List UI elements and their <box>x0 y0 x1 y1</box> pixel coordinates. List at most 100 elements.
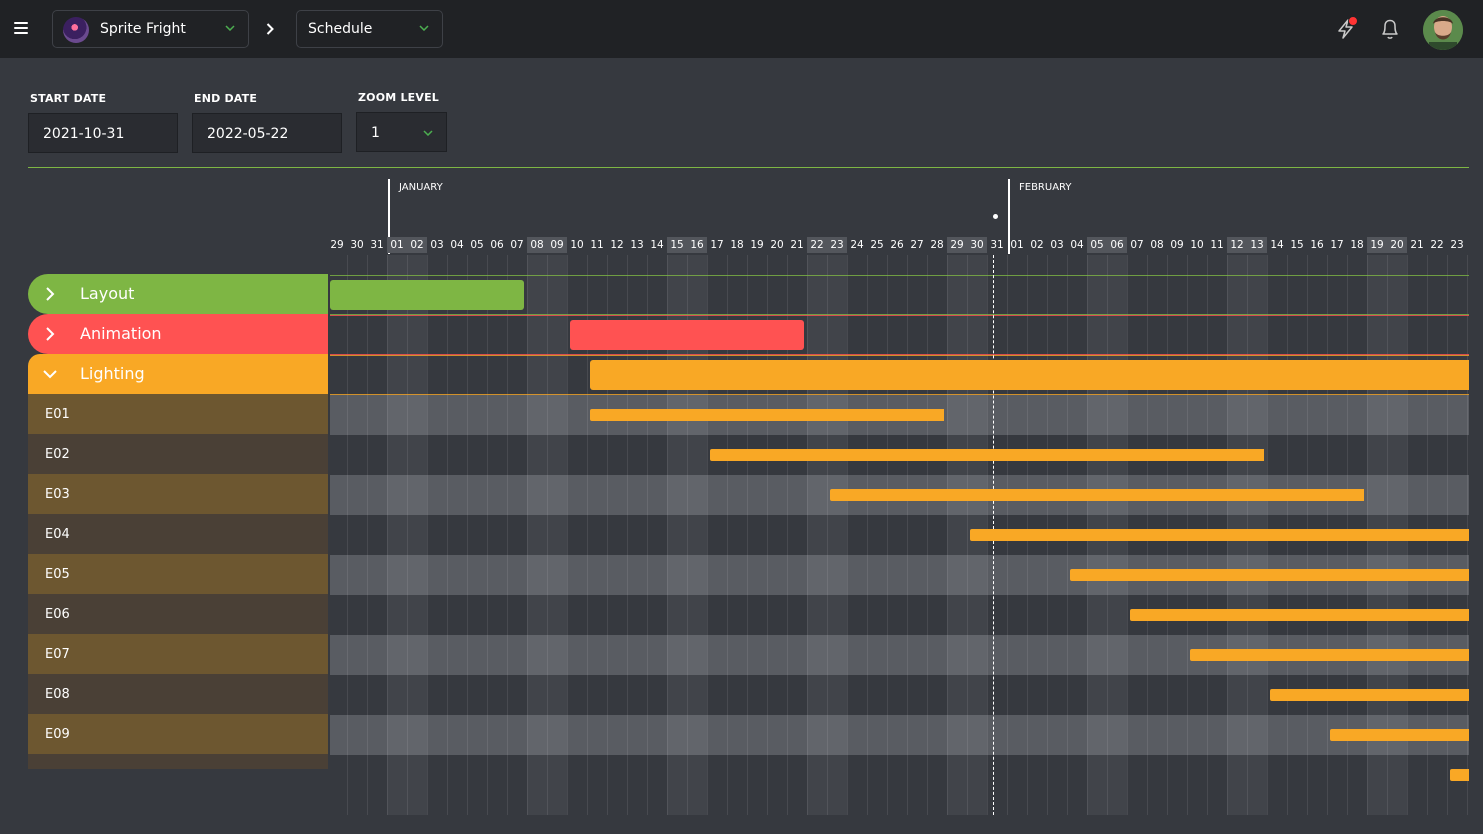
task-row-e10[interactable] <box>28 754 328 769</box>
day-label: 05 <box>1087 237 1107 253</box>
task-bar-e08[interactable] <box>1270 689 1469 701</box>
day-label: 16 <box>1310 239 1324 251</box>
day-label: 13 <box>630 239 644 251</box>
day-label: 04 <box>450 239 464 251</box>
day-label: 12 <box>610 239 624 251</box>
day-label: 07 <box>1130 239 1144 251</box>
day-label: 03 <box>1050 239 1064 251</box>
end-date-field[interactable]: 2022-05-22 <box>192 113 342 153</box>
task-name: E05 <box>45 567 70 582</box>
task-bar-e06[interactable] <box>1130 609 1469 621</box>
project-selector[interactable]: Sprite Fright <box>52 10 249 48</box>
day-label: 29 <box>947 237 967 253</box>
task-name: E03 <box>45 487 70 502</box>
grid-line <box>867 255 868 815</box>
day-label: 11 <box>1210 239 1224 251</box>
chevron-down-icon <box>419 25 429 31</box>
day-label: 12 <box>1227 237 1247 253</box>
day-label: 30 <box>350 239 364 251</box>
task-row-lighting[interactable]: Lighting <box>28 354 328 394</box>
day-label: 04 <box>1070 239 1084 251</box>
task-row-e09[interactable]: E09 <box>28 714 328 754</box>
grid-line <box>827 255 828 815</box>
grid-line <box>427 255 428 815</box>
grid-line <box>967 255 968 815</box>
day-label: 14 <box>1270 239 1284 251</box>
group-row-border <box>330 394 1469 395</box>
task-bar-e04[interactable] <box>970 529 1469 541</box>
task-bar-e01[interactable] <box>590 409 944 421</box>
day-label: 23 <box>1450 239 1464 251</box>
grid-line <box>447 255 448 815</box>
day-label: 16 <box>687 237 707 253</box>
task-row-e06[interactable]: E06 <box>28 594 328 634</box>
view-selector[interactable]: Schedule <box>296 10 443 48</box>
grid-line <box>547 255 548 815</box>
start-date-field[interactable]: 2021-10-31 <box>28 113 178 153</box>
day-label: 11 <box>590 239 604 251</box>
project-name: Sprite Fright <box>100 21 186 37</box>
chevron-right-icon[interactable] <box>43 327 57 341</box>
grid-line <box>847 255 848 815</box>
end-date-label: END DATE <box>194 92 258 105</box>
day-label: 18 <box>1350 239 1364 251</box>
day-label: 24 <box>850 239 864 251</box>
day-label: 20 <box>1387 237 1407 253</box>
task-row-animation[interactable]: Animation <box>28 314 328 354</box>
task-bar-e10[interactable] <box>1450 769 1469 781</box>
today-marker-dot <box>993 214 998 219</box>
day-label: 31 <box>990 239 1004 251</box>
day-label: 15 <box>1290 239 1304 251</box>
day-label: 17 <box>710 239 724 251</box>
day-label: 02 <box>407 237 427 253</box>
chevron-right-icon[interactable] <box>43 287 57 301</box>
day-label: 08 <box>527 237 547 253</box>
task-bar-animation[interactable] <box>570 320 804 350</box>
task-bar-e02[interactable] <box>710 449 1264 461</box>
day-label: 07 <box>510 239 524 251</box>
day-label: 20 <box>770 239 784 251</box>
task-row-e04[interactable]: E04 <box>28 514 328 554</box>
task-row-e01[interactable]: E01 <box>28 394 328 434</box>
task-bar-e03[interactable] <box>830 489 1364 501</box>
task-name: Lighting <box>80 364 145 383</box>
task-row-e03[interactable]: E03 <box>28 474 328 514</box>
section-divider <box>28 167 1469 168</box>
project-avatar <box>63 17 89 43</box>
zoom-level-select[interactable]: 1 <box>356 112 447 152</box>
grid-line <box>367 255 368 815</box>
day-label: 25 <box>870 239 884 251</box>
chevron-down-icon <box>423 130 433 136</box>
grid-line <box>487 255 488 815</box>
grid-line <box>387 255 388 815</box>
task-row-e08[interactable]: E08 <box>28 674 328 714</box>
task-bar-layout[interactable] <box>330 280 524 310</box>
chevron-down-icon[interactable] <box>43 367 57 381</box>
group-row-border <box>330 315 1469 316</box>
day-label: 21 <box>790 239 804 251</box>
task-row-e05[interactable]: E05 <box>28 554 328 594</box>
day-label: 01 <box>1010 239 1024 251</box>
day-label: 29 <box>330 239 344 251</box>
row-stripe <box>330 715 1469 755</box>
task-name: E02 <box>45 447 70 462</box>
task-bar-e05[interactable] <box>1070 569 1469 581</box>
task-bar-lighting[interactable] <box>590 360 1469 390</box>
menu-icon[interactable] <box>14 22 28 34</box>
task-row-e02[interactable]: E02 <box>28 434 328 474</box>
grid-line <box>927 255 928 815</box>
task-name: E07 <box>45 647 70 662</box>
task-row-e07[interactable]: E07 <box>28 634 328 674</box>
task-row-layout[interactable]: Layout <box>28 274 328 314</box>
bell-icon[interactable] <box>1379 17 1401 41</box>
grid-line <box>407 255 408 815</box>
task-bar-e07[interactable] <box>1190 649 1469 661</box>
grid-line <box>807 255 808 815</box>
user-avatar[interactable] <box>1423 10 1463 50</box>
notification-dot <box>1348 16 1358 26</box>
day-label: 08 <box>1150 239 1164 251</box>
task-bar-e09[interactable] <box>1330 729 1469 741</box>
day-label: 10 <box>1190 239 1204 251</box>
day-label: 31 <box>370 239 384 251</box>
day-label: 22 <box>1430 239 1444 251</box>
